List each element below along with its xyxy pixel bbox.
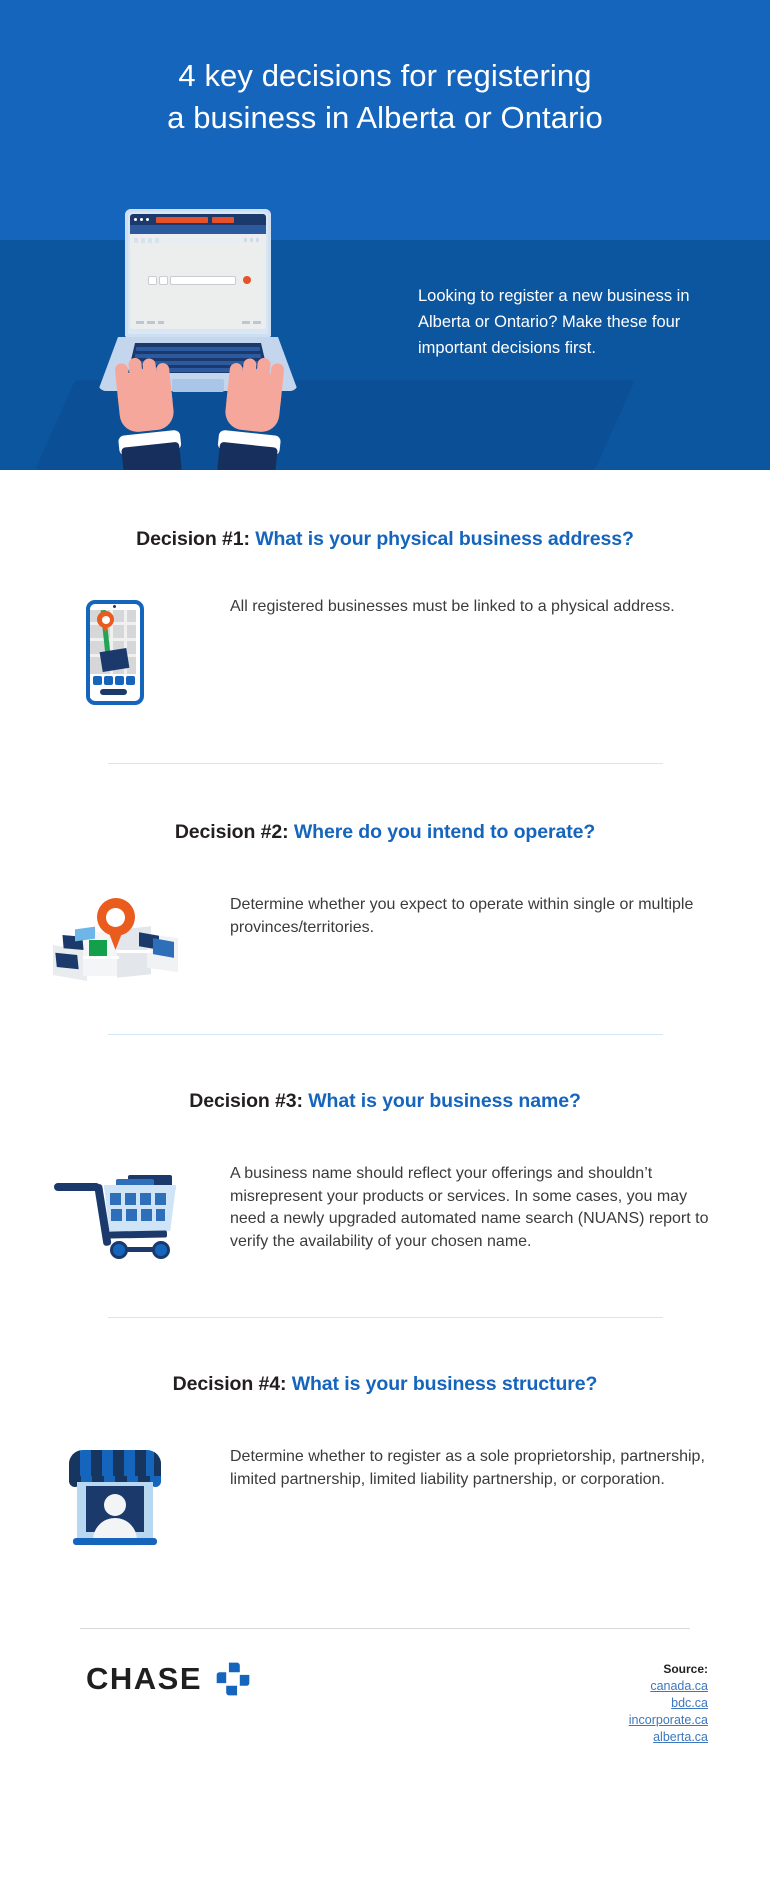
decision-2-heading: Decision #2: Where do you intend to oper… — [0, 764, 770, 844]
source-link-bdc[interactable]: bdc.ca — [629, 1695, 708, 1712]
decision-2-label: Decision #2: — [174, 821, 289, 843]
source-label: Source: — [663, 1662, 708, 1676]
source-link-canada[interactable]: canada.ca — [629, 1678, 708, 1695]
browser-titlebar — [130, 214, 266, 225]
laptop-trackpad — [172, 379, 224, 392]
decision-section-4: Decision #4: What is your business struc… — [0, 1318, 770, 1546]
decision-1-question: What is your physical business address? — [255, 528, 634, 550]
laptop-screen — [130, 214, 266, 329]
decision-4-label: Decision #4: — [172, 1373, 287, 1395]
decision-3-icon-col — [0, 1163, 230, 1259]
source-link-alberta[interactable]: alberta.ca — [629, 1729, 708, 1746]
footer: CHASE Source: canada.ca bdc.ca incorpora… — [0, 1628, 770, 1747]
shopkeeper-head-icon — [104, 1494, 126, 1516]
browser-tab-second — [212, 216, 234, 223]
decision-2-icon-col — [0, 894, 230, 981]
source-link-incorporate[interactable]: incorporate.ca — [629, 1712, 708, 1729]
decision-section-2: Decision #2: Where do you intend to oper… — [0, 764, 770, 1035]
folded-map-pin-icon — [52, 898, 178, 981]
decision-4-heading: Decision #4: What is your business struc… — [0, 1318, 770, 1396]
decision-2-question: Where do you intend to operate? — [293, 821, 596, 843]
decision-3-label: Decision #3: — [189, 1090, 303, 1112]
chase-logo: CHASE — [86, 1661, 250, 1697]
decision-section-1: Decision #1: What is your physical busin… — [0, 470, 770, 764]
decision-1-icon-col — [0, 596, 230, 705]
decision-section-3: Decision #3: What is your business name? — [0, 1035, 770, 1318]
shopping-cart-icon — [54, 1167, 176, 1259]
laptop-lid — [125, 209, 271, 337]
home-icon — [148, 276, 157, 285]
map-pin-icon — [97, 611, 114, 633]
decision-4-body: Determine whether to register as a sole … — [230, 1448, 705, 1488]
laptop-illustration — [98, 209, 298, 470]
decision-4-icon-col — [0, 1446, 230, 1546]
decision-1-body: All registered businesses must be linked… — [230, 598, 675, 615]
page-search-row — [148, 276, 252, 285]
source-block: Source: canada.ca bdc.ca incorporate.ca … — [629, 1661, 708, 1747]
left-hand-illustration — [108, 357, 183, 470]
decision-1-label: Decision #1: — [136, 528, 250, 550]
decision-4-question: What is your business structure? — [291, 1373, 598, 1395]
cart-wheel-left — [110, 1241, 128, 1259]
decision-3-body: A business name should reflect your offe… — [230, 1165, 709, 1251]
right-hand-illustration — [215, 357, 290, 470]
decision-3-question: What is your business name? — [308, 1090, 581, 1112]
decision-2-body: Determine whether you expect to operate … — [230, 896, 694, 936]
infographic-page: 4 key decisions for registering a busine… — [0, 0, 770, 1889]
phone-map-icon — [86, 600, 144, 705]
screen-footer-marks — [130, 321, 266, 324]
decision-1-heading: Decision #1: What is your physical busin… — [0, 470, 770, 551]
search-icon — [159, 276, 168, 285]
chase-wordmark: CHASE — [86, 1661, 203, 1696]
accent-dot-icon — [243, 276, 251, 284]
page-title-line-1: 4 key decisions for registering — [178, 58, 592, 93]
browser-tab-active — [156, 216, 208, 223]
decision-3-heading: Decision #3: What is your business name? — [0, 1035, 770, 1113]
page-title-line-2: a business in Alberta or Ontario — [167, 99, 603, 135]
chase-octagon-icon — [216, 1662, 250, 1696]
hero-intro-text: Looking to register a new business in Al… — [418, 287, 690, 358]
page-title: 4 key decisions for registering a busine… — [0, 55, 770, 139]
cart-wheel-right — [152, 1241, 170, 1259]
storefront-icon — [67, 1450, 163, 1546]
browser-url-bar — [162, 238, 238, 243]
search-input — [170, 276, 236, 285]
browser-toolbar — [130, 225, 266, 243]
hero-banner: 4 key decisions for registering a busine… — [0, 0, 770, 470]
